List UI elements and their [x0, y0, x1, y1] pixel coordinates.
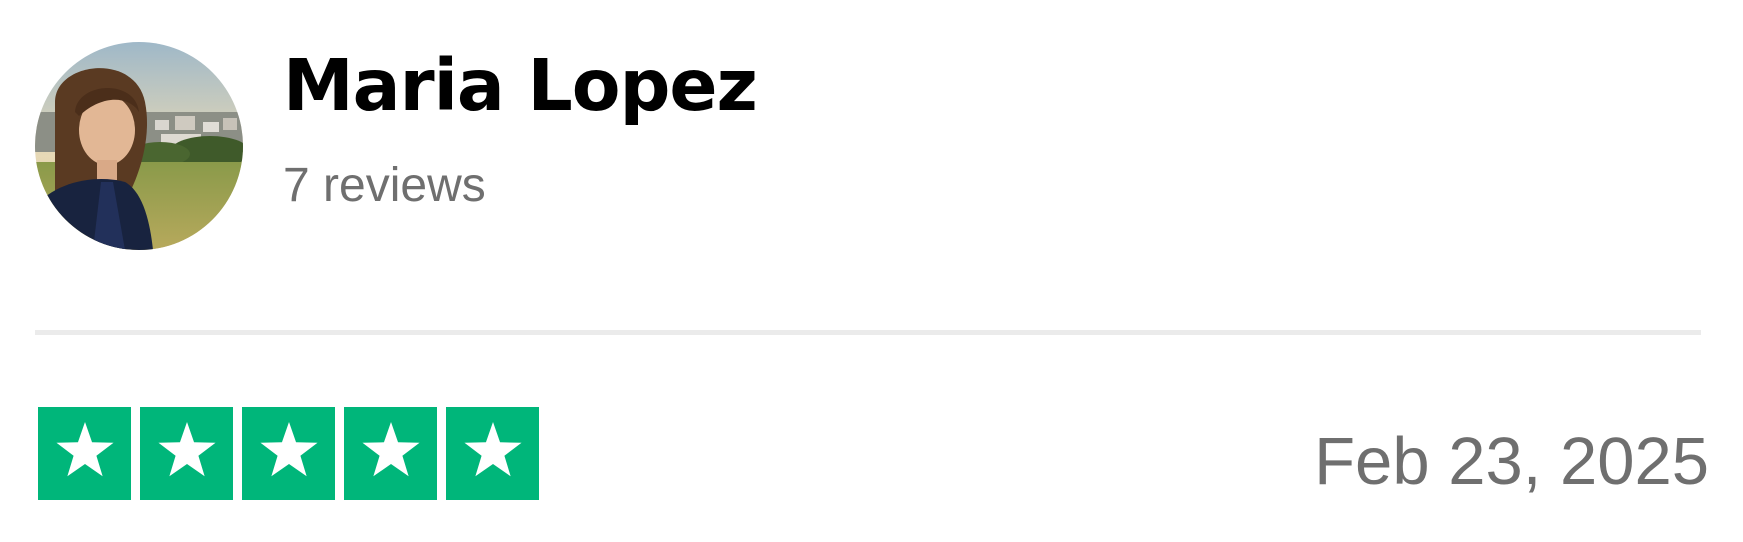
- reviewer-name[interactable]: Maria Lopez: [283, 38, 758, 134]
- avatar[interactable]: [35, 42, 243, 250]
- star-icon: [463, 421, 522, 476]
- star-icon: [361, 421, 420, 476]
- divider: [35, 330, 1701, 335]
- star-box-1: [38, 407, 131, 500]
- review-card: Maria Lopez 7 reviews Feb 23, 2025: [0, 0, 1743, 542]
- review-count: 7 reviews: [283, 159, 486, 212]
- star-box-5: [446, 407, 539, 500]
- star-icon: [157, 421, 216, 476]
- star-box-2: [140, 407, 233, 500]
- star-box-4: [344, 407, 437, 500]
- avatar-photo: [35, 42, 243, 250]
- review-date: Feb 23, 2025: [1314, 424, 1709, 499]
- star-icon: [55, 421, 114, 476]
- star-icon: [259, 421, 318, 476]
- star-box-3: [242, 407, 335, 500]
- star-rating: [38, 407, 539, 500]
